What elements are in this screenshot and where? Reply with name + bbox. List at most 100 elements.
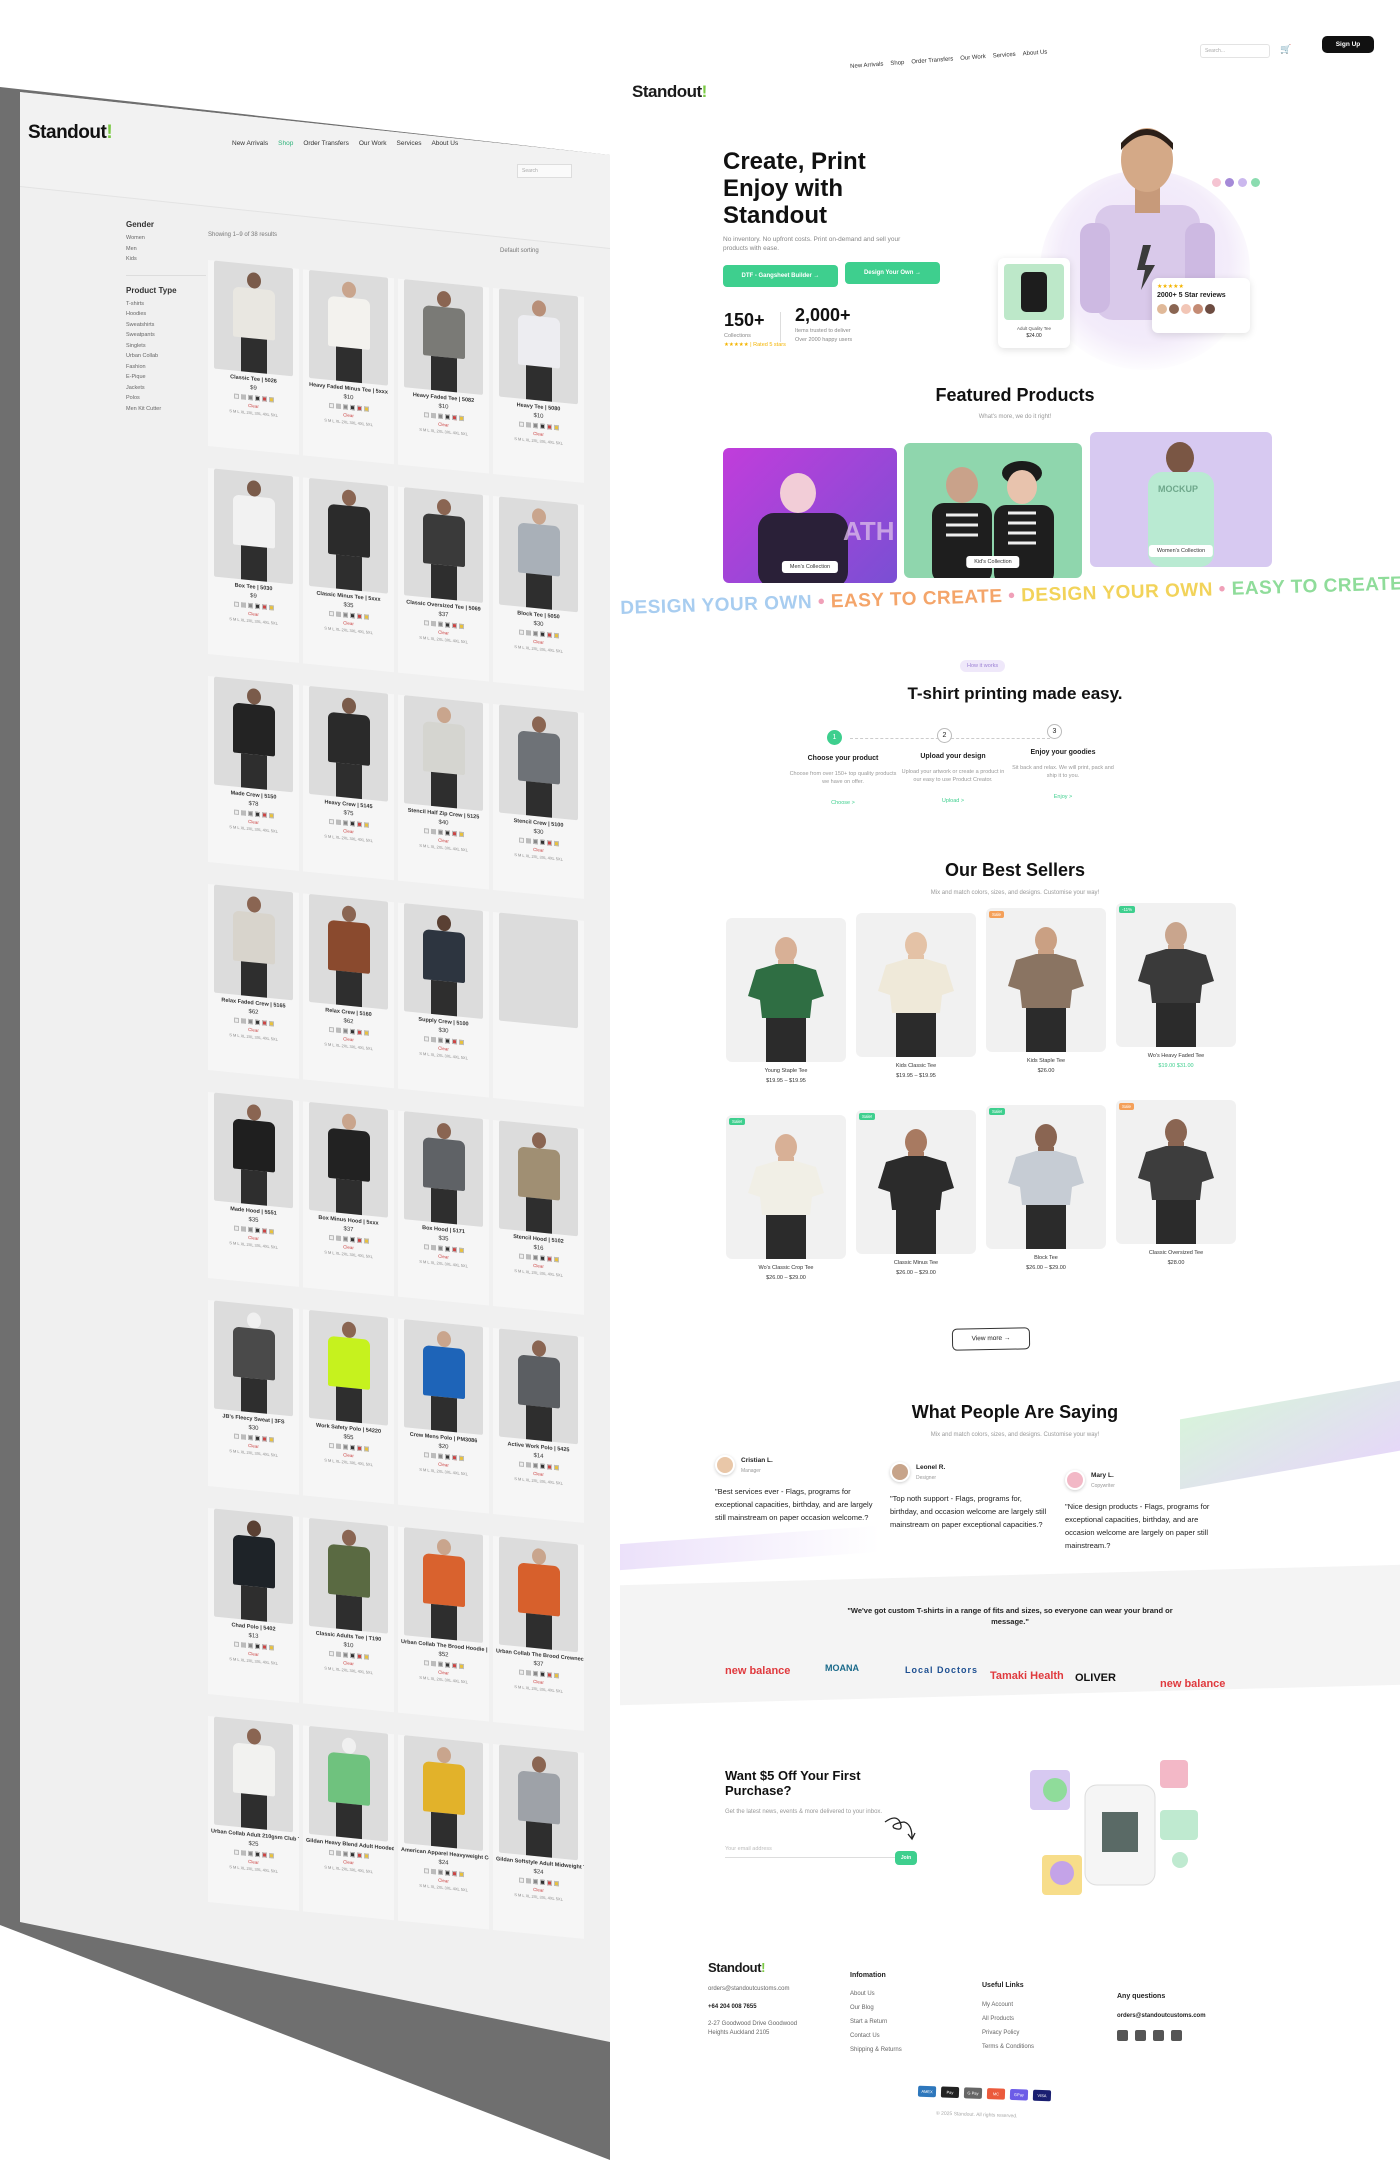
shop-product-card[interactable]: Stencil Hood | 5102 $16 Clear S M L XL 2XL … — [493, 1119, 584, 1315]
shop-product-card[interactable]: Crew Mens Polo | PM3086 $20 Clear S M L XL … — [398, 1318, 489, 1514]
color-swatch[interactable] — [356, 613, 362, 620]
color-swatch[interactable] — [451, 1246, 457, 1253]
color-swatch[interactable] — [240, 1642, 246, 1648]
color-swatch[interactable] — [539, 839, 545, 845]
color-swatch[interactable] — [518, 629, 524, 635]
shop-product-card[interactable]: Urban Collab The Brood Crewneck | UCC021… — [493, 1535, 584, 1731]
color-swatch[interactable] — [328, 1442, 334, 1449]
cart-icon[interactable]: 🛒 — [1280, 44, 1291, 55]
shop-product-card[interactable]: Block Tee | 5050 $30 Clear S M L XL 2XL 3XL… — [493, 495, 584, 691]
filter-type-item[interactable]: Polos — [126, 393, 206, 404]
color-swatch[interactable] — [518, 837, 524, 843]
color-swatch[interactable] — [525, 1670, 531, 1676]
color-swatch[interactable] — [335, 1651, 341, 1657]
color-swatch[interactable] — [525, 1878, 531, 1884]
color-swatch[interactable] — [335, 1027, 341, 1033]
footer-email[interactable]: orders@standoutcustoms.com — [708, 1985, 789, 1994]
color-swatch[interactable] — [247, 1850, 253, 1857]
color-swatch[interactable] — [423, 1036, 429, 1042]
color-swatch[interactable] — [349, 820, 355, 827]
shop-product-card[interactable] — [493, 911, 584, 1107]
color-swatch[interactable] — [363, 1654, 369, 1660]
color-swatch[interactable] — [430, 1036, 436, 1043]
footer-useful-link[interactable]: All Products — [982, 2012, 1034, 2026]
color-swatch[interactable] — [539, 631, 545, 637]
home-logo[interactable]: Standout! — [632, 82, 707, 102]
footer-info-link[interactable]: About Us — [850, 1987, 902, 2001]
best-seller-card[interactable]: Sale — [1116, 1100, 1236, 1244]
color-swatch[interactable] — [247, 810, 253, 817]
color-swatch[interactable] — [546, 1880, 552, 1886]
color-swatch[interactable] — [233, 1849, 239, 1855]
shop-product-card[interactable]: Urban Collab The Brood Hoodie | UCH029$5… — [398, 1526, 489, 1722]
color-swatch[interactable] — [553, 424, 559, 431]
color-swatch[interactable] — [349, 404, 355, 411]
design-your-own-button[interactable]: Design Your Own → — [845, 262, 940, 284]
color-swatch[interactable] — [553, 632, 559, 639]
color-swatch[interactable] — [518, 1461, 524, 1467]
color-swatch[interactable] — [349, 1236, 355, 1243]
color-swatch[interactable] — [525, 1254, 531, 1260]
color-swatch[interactable] — [444, 1870, 450, 1876]
shop-product-card[interactable]: Heavy Tee | 5080 $10 Clear S M L XL 2XL 3XL… — [493, 287, 584, 483]
shop-product-card[interactable]: Gildan Softstyle Adult Midweight T-Shirt… — [493, 1743, 584, 1939]
signup-button[interactable]: Sign Up — [1322, 36, 1374, 53]
color-swatch[interactable] — [356, 821, 362, 828]
shop-nav-item[interactable]: Our Work — [359, 140, 387, 147]
home-search-input[interactable]: Search... — [1200, 44, 1270, 58]
color-swatch[interactable] — [430, 412, 436, 419]
color-swatch[interactable] — [532, 838, 538, 845]
color-swatch[interactable] — [444, 830, 450, 836]
color-swatch[interactable] — [247, 1642, 253, 1649]
filter-type-item[interactable]: Singlets — [126, 341, 206, 352]
color-swatch[interactable] — [532, 1670, 538, 1677]
color-swatch[interactable] — [437, 1037, 443, 1043]
color-swatch[interactable] — [254, 395, 260, 402]
shop-nav-item[interactable]: Services — [397, 140, 422, 147]
filter-type-item[interactable]: Jackets — [126, 383, 206, 394]
shop-nav-item[interactable]: Order Transfers — [303, 140, 349, 147]
color-swatch[interactable] — [525, 838, 531, 844]
color-swatch[interactable] — [335, 403, 341, 409]
shop-product-card[interactable]: Stencil Half Zip Crew | 5125 $40 Clear S M … — [398, 694, 489, 890]
shop-product-card[interactable]: Classic Oversized Tee | 5069 $37 Clear S M … — [398, 486, 489, 682]
color-swatch[interactable] — [356, 1029, 362, 1036]
color-swatch[interactable] — [233, 1433, 239, 1439]
filter-type-item[interactable]: Hoodies — [126, 309, 206, 320]
home-nav-item[interactable]: New Arrivals — [850, 62, 884, 70]
color-swatch[interactable] — [539, 1255, 545, 1261]
color-swatch[interactable] — [430, 1660, 436, 1667]
color-swatch[interactable] — [546, 632, 552, 638]
color-swatch[interactable] — [437, 1869, 443, 1875]
color-swatch[interactable] — [328, 610, 334, 617]
color-swatch[interactable] — [261, 1228, 267, 1234]
color-swatch[interactable] — [437, 1453, 443, 1459]
color-swatch[interactable] — [518, 1877, 524, 1883]
color-swatch[interactable] — [268, 604, 274, 611]
color-swatch[interactable] — [240, 1226, 246, 1232]
color-swatch[interactable] — [342, 820, 348, 826]
color-swatch[interactable] — [342, 612, 348, 618]
color-swatch[interactable] — [451, 622, 457, 629]
color-swatch[interactable] — [553, 1880, 559, 1887]
color-swatch[interactable] — [268, 1436, 274, 1443]
color-swatch[interactable] — [349, 1028, 355, 1035]
filter-gender-item[interactable]: Men — [126, 244, 206, 255]
view-more-button[interactable]: View more → — [951, 1327, 1031, 1351]
color-swatch[interactable] — [430, 1452, 436, 1459]
color-swatch[interactable] — [349, 612, 355, 619]
color-swatch[interactable] — [437, 1661, 443, 1667]
shop-product-card[interactable]: Urban Collab Adult 210gsm Club Tee | UCT… — [208, 1716, 299, 1911]
shop-product-card[interactable]: Classic Tee | 5026 $9 Clear S M L XL 2XL 3X… — [208, 260, 299, 455]
color-swatch[interactable] — [349, 1652, 355, 1659]
featured-mens-card[interactable]: ATH Men's Collection — [723, 448, 897, 583]
color-swatch[interactable] — [539, 1463, 545, 1469]
color-swatch[interactable] — [423, 1452, 429, 1458]
color-swatch[interactable] — [532, 630, 538, 637]
newsletter-join-button[interactable]: Join — [895, 1851, 917, 1865]
color-swatch[interactable] — [342, 1236, 348, 1242]
home-nav-item[interactable]: About Us — [1022, 50, 1047, 58]
home-nav-item[interactable]: Shop — [890, 60, 904, 67]
home-nav-item[interactable]: Order Transfers — [911, 56, 953, 65]
color-swatch[interactable] — [328, 1234, 334, 1241]
